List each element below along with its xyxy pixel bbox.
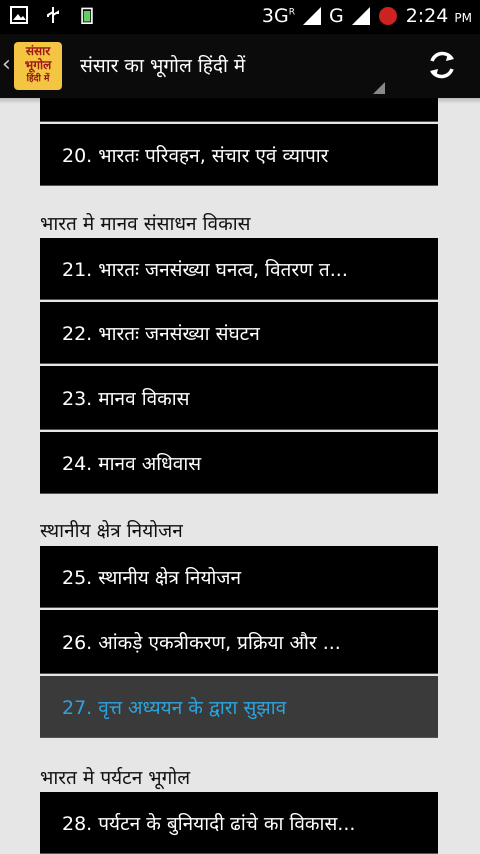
status-right: 3GR G 2:24 PM (262, 5, 472, 27)
app-bar: ‹ संसार भूगोल हिंदी में संसार का भूगोल ह… (0, 34, 480, 98)
app-title[interactable]: संसार का भूगोल हिंदी में (80, 52, 245, 78)
image-icon (10, 6, 28, 24)
section-header: स्थानीय क्षेत्र नियोजन (40, 520, 183, 542)
clock: 2:24 PM (405, 5, 472, 27)
list-item[interactable]: 23. मानव विकास (40, 366, 438, 430)
network-label: 3GR (261, 5, 295, 27)
list-item-partial[interactable] (40, 98, 438, 122)
signal2-icon (351, 7, 370, 25)
status-left (10, 6, 96, 24)
signal-icon (302, 7, 321, 25)
status-bar: 3GR G 2:24 PM (0, 0, 480, 34)
back-chevron-icon[interactable]: ‹ (2, 52, 11, 77)
list-item-selected[interactable]: 27. वृत्त अध्ययन के द्वारा सुझाव (40, 676, 438, 738)
list-item[interactable]: 28. पर्यटन के बुनियादी ढांचे का विकास... (40, 792, 438, 854)
battery-icon (81, 7, 93, 24)
list-item[interactable]: 20. भारतः परिवहन, संचार एवं व्यापार (40, 124, 438, 186)
notification-icon (378, 7, 397, 25)
list-item[interactable]: 26. आंकड़े एकत्रीकरण, प्रक्रिया और ... (40, 610, 438, 674)
list-item[interactable]: 25. स्थानीय क्षेत्र नियोजन (40, 546, 438, 608)
list-item[interactable]: 24. मानव अधिवास (40, 432, 438, 494)
section-header: भारत मे मानव संसाधन विकास (40, 213, 251, 235)
refresh-icon[interactable] (424, 47, 460, 83)
app-logo[interactable]: संसार भूगोल हिंदी में (14, 42, 62, 90)
list-item[interactable]: 21. भारतः जनसंख्या घनत्व, वितरण त... (40, 238, 438, 300)
spinner-indicator-icon[interactable] (373, 82, 385, 94)
usb-icon (47, 7, 59, 23)
section-header: भारत मे पर्यटन भूगोल (40, 767, 191, 789)
network2-label: G (328, 5, 344, 27)
list-item[interactable]: 22. भारतः जनसंख्या संघटन (40, 302, 438, 364)
